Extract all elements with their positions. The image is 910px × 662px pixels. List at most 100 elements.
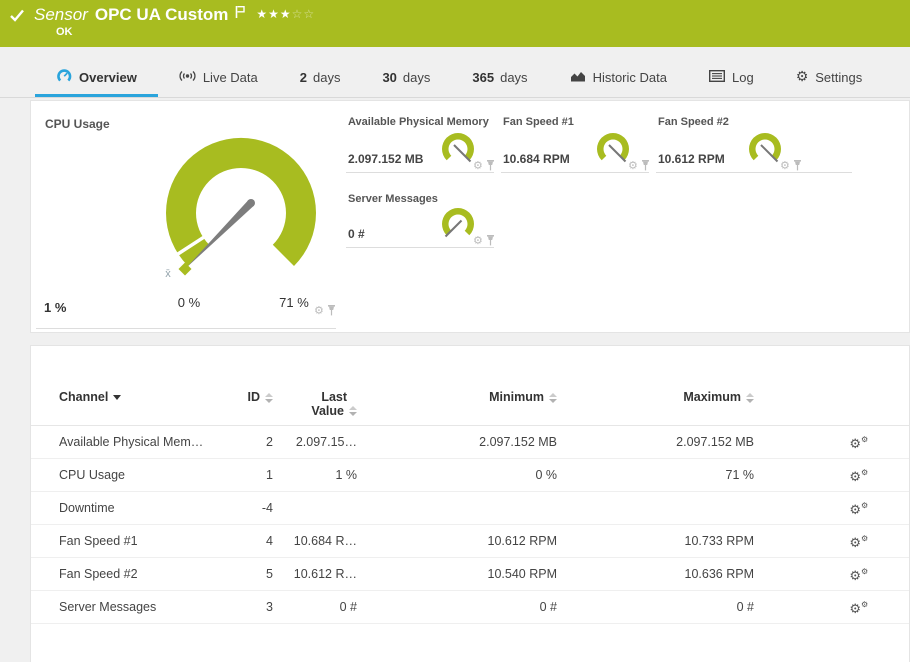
gauge-tile-fan-speed-1: Fan Speed #1 10.684 RPM ⚙	[501, 109, 649, 173]
channel-name: Fan Speed #2	[59, 567, 138, 581]
table-row: Downtime -4 ⚙ ⚙	[31, 492, 909, 525]
tab-365-days[interactable]: 365 days	[451, 60, 548, 97]
channel-last-value: 2.097.15…	[295, 435, 357, 449]
priority-stars[interactable]: ★★★☆☆	[256, 7, 315, 21]
gauge-value: 2.097.152 MB	[348, 152, 424, 166]
tab-live-data[interactable]: Live Data	[158, 60, 279, 97]
channel-maximum: 0 #	[736, 600, 754, 614]
priority-flag-icon[interactable]	[235, 5, 246, 24]
tab-label: Overview	[79, 69, 137, 85]
tile-gear-icon[interactable]: ⚙	[780, 160, 790, 171]
status-ok-check-icon	[9, 8, 25, 28]
table-row: CPU Usage 1 1 % 0 % 71 % ⚙ ⚙	[31, 459, 909, 492]
channel-minimum: 0 %	[535, 468, 557, 482]
gauge-max-label: 71 %	[279, 295, 309, 310]
tab-label: Live Data	[202, 69, 258, 85]
gauge-value: 10.612 RPM	[658, 152, 725, 166]
cpu-current-value: 1 %	[44, 300, 67, 315]
channel-minimum: 0 #	[539, 600, 557, 614]
gauge-value: 0 #	[348, 227, 365, 241]
column-header-channel[interactable]: Channel	[59, 390, 239, 405]
channel-maximum: 2.097.152 MB	[676, 435, 754, 449]
tile-actions: ⚙	[473, 160, 495, 171]
table-row: Server Messages 3 0 # 0 # 0 # ⚙ ⚙	[31, 591, 909, 624]
tab-label: Log	[731, 69, 754, 85]
tile-actions: ⚙	[780, 160, 802, 171]
gauges-panel: CPU Usage x̄ 0 % 71 % 1 % ⚙ Available Ph…	[30, 100, 910, 333]
gauge-value: 10.684 RPM	[503, 152, 570, 166]
table-row: Available Physical Mem… 2 2.097.15… 2.09…	[31, 426, 909, 459]
settings-gear-icon: ⚙	[795, 69, 809, 85]
gauge-mean-marker: x̄	[165, 268, 171, 280]
gauge-tile-available-physical-memory: Available Physical Memory 2.097.152 MB ⚙	[346, 109, 494, 173]
tile-pin-icon[interactable]	[641, 160, 650, 171]
log-icon	[708, 69, 725, 85]
sort-icon	[549, 392, 557, 403]
channel-id: -4	[261, 501, 273, 515]
tab-settings[interactable]: ⚙ Settings	[775, 60, 884, 97]
column-header-id[interactable]: ID	[248, 390, 273, 405]
live-data-icon	[179, 69, 196, 86]
channel-name: Server Messages	[59, 600, 157, 614]
tab-historic-data[interactable]: Historic Data	[549, 60, 688, 97]
column-label: Channel	[59, 390, 109, 404]
tile-actions: ⚙	[628, 160, 650, 171]
tile-divider	[36, 328, 336, 329]
tab-log[interactable]: Log	[688, 60, 775, 97]
channel-last-value: 0 #	[339, 600, 357, 614]
column-label: Minimum	[489, 390, 544, 404]
column-header-maximum[interactable]: Maximum	[683, 390, 754, 405]
channel-last-value: 1 %	[335, 468, 357, 482]
stars-empty[interactable]: ☆☆	[292, 7, 316, 21]
status-badge: OK	[56, 26, 73, 38]
gauge-title: Fan Speed #1	[503, 116, 574, 128]
channel-maximum: 10.733 RPM	[684, 534, 754, 548]
tile-pin-icon[interactable]	[486, 235, 495, 246]
tab-overview[interactable]: Overview	[35, 60, 158, 97]
channel-name: Available Physical Mem…	[59, 435, 204, 449]
gauge-title: Available Physical Memory	[348, 116, 489, 128]
historic-data-icon	[570, 69, 586, 85]
channel-id: 1	[266, 468, 273, 482]
object-kind-label: Sensor	[34, 5, 88, 24]
tile-gear-icon[interactable]: ⚙	[628, 160, 638, 171]
gauge-tile-fan-speed-2: Fan Speed #2 10.612 RPM ⚙	[656, 109, 852, 173]
sensor-header-bar: Sensor OPC UA Custom ★★★☆☆ OK	[0, 0, 910, 47]
gauge-icon	[56, 68, 72, 86]
tile-gear-icon[interactable]: ⚙	[314, 305, 324, 316]
stars-filled[interactable]: ★★★	[256, 7, 291, 21]
tab-30-days[interactable]: 30 days	[361, 60, 451, 97]
channel-id: 4	[266, 534, 273, 548]
column-header-minimum[interactable]: Minimum	[489, 390, 557, 405]
tile-actions: ⚙	[473, 235, 495, 246]
sensor-title-line: Sensor OPC UA Custom ★★★☆☆	[34, 4, 315, 26]
column-header-last-value[interactable]: Last Value	[311, 390, 357, 418]
tab-label: days	[500, 69, 528, 85]
gauge-min-label: 0 %	[178, 295, 201, 310]
channel-maximum: 10.636 RPM	[684, 567, 754, 581]
tab-label: Historic Data	[592, 69, 667, 85]
table-row: Fan Speed #1 4 10.684 R… 10.612 RPM 10.7…	[31, 525, 909, 558]
table-header-row: Channel ID Last Value Minimum Maximum	[31, 390, 909, 426]
channel-name: Fan Speed #1	[59, 534, 138, 548]
column-label: Last	[321, 390, 348, 404]
sort-icon	[349, 406, 357, 416]
tab-number: 2	[299, 69, 307, 85]
channel-name: Downtime	[59, 501, 115, 515]
tile-gear-icon[interactable]: ⚙	[473, 235, 483, 246]
tile-gear-icon[interactable]: ⚙	[473, 160, 483, 171]
tab-number: 30	[382, 69, 397, 85]
tab-label: Settings	[815, 69, 863, 85]
tab-number: 365	[472, 69, 495, 85]
tile-pin-icon[interactable]	[327, 305, 336, 316]
tile-pin-icon[interactable]	[486, 160, 495, 171]
tab-label: days	[402, 69, 431, 85]
tab-2-days[interactable]: 2 days	[279, 60, 362, 97]
channel-minimum: 2.097.152 MB	[479, 435, 557, 449]
sort-icon	[265, 392, 273, 403]
tile-pin-icon[interactable]	[793, 160, 802, 171]
channel-name: CPU Usage	[59, 468, 125, 482]
channel-id: 2	[266, 435, 273, 449]
tab-bar: Overview Live Data 2 days 30 days 365 da…	[0, 47, 910, 98]
table-row: Fan Speed #2 5 10.612 R… 10.540 RPM 10.6…	[31, 558, 909, 591]
